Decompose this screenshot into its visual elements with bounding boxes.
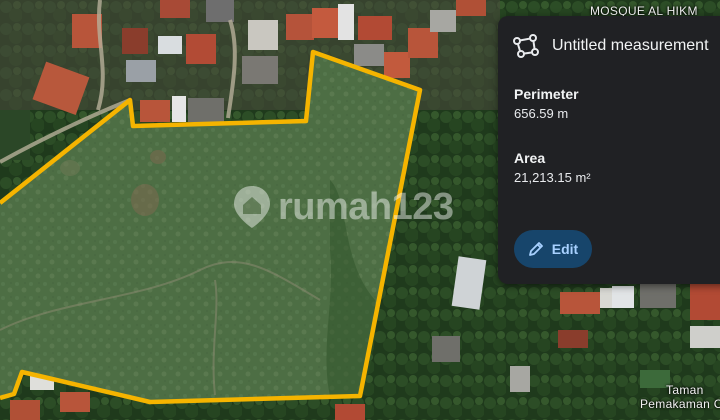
polygon-measure-icon [513, 34, 539, 58]
perimeter-label: Perimeter [514, 86, 579, 102]
pencil-icon [528, 242, 543, 256]
edit-button[interactable]: Edit [514, 230, 592, 268]
poi-label-cemetery-line2: Pemakaman Cu [640, 397, 720, 411]
area-value: 21,213.15 m² [514, 170, 591, 185]
watermark-text: rumah123 [278, 185, 454, 228]
poi-label-cemetery-line1: Taman [666, 383, 704, 397]
panel-title[interactable]: Untitled measurement [552, 37, 709, 55]
edit-button-label: Edit [551, 241, 579, 257]
rumah123-watermark: rumah123 [232, 184, 454, 230]
location-pin-house-icon [234, 186, 270, 228]
perimeter-value: 656.59 m [514, 106, 569, 121]
area-label: Area [514, 150, 546, 166]
panel-header: Untitled measurement [512, 34, 709, 58]
poi-label-cemetery[interactable]: Taman Pemakaman Cu [640, 383, 720, 411]
measurement-panel: Untitled measurement Perimeter 656.59 m … [498, 16, 720, 284]
